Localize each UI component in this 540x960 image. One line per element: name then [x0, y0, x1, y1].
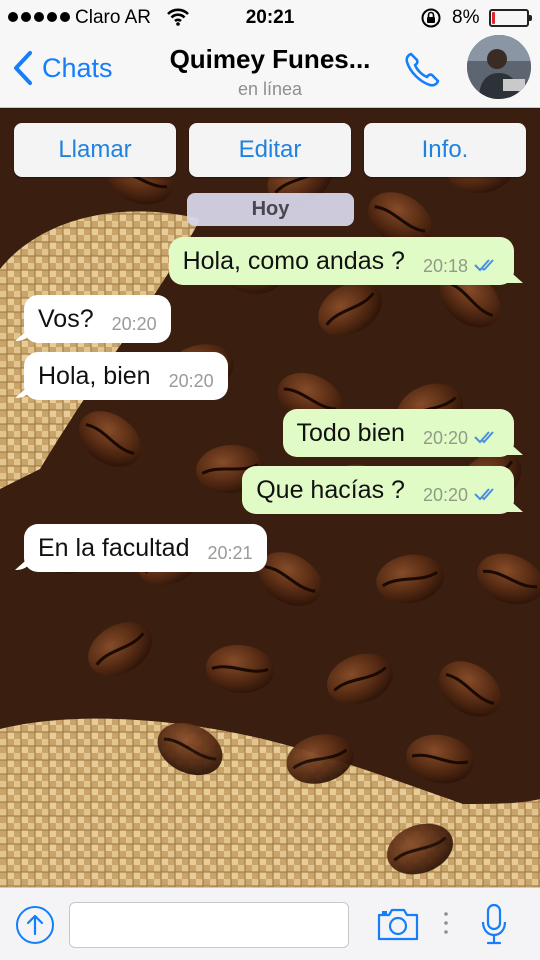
edit-action-button[interactable]: Editar [189, 123, 351, 177]
message-time: 20:20 [111, 313, 157, 334]
double-check-icon [474, 431, 494, 444]
message-time: 20:20 [422, 484, 468, 505]
avatar[interactable] [467, 35, 531, 99]
contact-name[interactable]: Quimey Funes... [140, 44, 400, 75]
day-separator: Hoy [187, 193, 354, 226]
contact-status: en línea [237, 79, 303, 99]
battery-level [492, 12, 495, 24]
back-label: Chats [42, 52, 113, 83]
avatar-photo [467, 35, 531, 99]
status-bar: Claro AR 20:21 8% [0, 0, 540, 36]
phone-icon[interactable] [402, 50, 444, 90]
message-time: 20:21 [207, 542, 253, 563]
double-check-icon [474, 259, 494, 272]
back-button[interactable]: Chats [12, 50, 113, 86]
call-action-button[interactable]: Llamar [14, 123, 176, 177]
message-bubble[interactable]: Que hacías ? 20:20 [242, 466, 514, 514]
microphone-icon[interactable] [480, 902, 508, 946]
message-text: Hola, como andas ? [182, 246, 405, 275]
message-input[interactable] [69, 902, 349, 948]
message-bubble[interactable]: Todo bien 20:20 [282, 409, 514, 457]
message-time: 20:20 [422, 427, 468, 448]
message-bubble[interactable]: En la facultad 20:21 [24, 524, 267, 572]
rotation-lock-icon [421, 8, 441, 28]
upload-circle-icon[interactable] [15, 905, 55, 945]
message-time: 20:20 [168, 370, 214, 391]
double-check-icon [474, 488, 494, 501]
message-text: Que hacías ? [256, 475, 405, 504]
info-action-button[interactable]: Info. [364, 123, 526, 177]
chevron-left-icon [14, 51, 32, 85]
camera-icon[interactable] [376, 906, 420, 942]
input-bar [0, 887, 540, 960]
battery-icon [489, 9, 532, 27]
nav-bar: Chats Quimey Funes... en línea [0, 36, 540, 108]
message-bubble[interactable]: Hola, bien 20:20 [24, 352, 228, 400]
message-text: Vos? [38, 304, 94, 333]
message-bubble[interactable]: Hola, como andas ? 20:18 [168, 237, 514, 285]
message-text: Hola, bien [38, 361, 151, 390]
more-dots-icon [444, 912, 448, 934]
message-bubble[interactable]: Vos? 20:20 [24, 295, 171, 343]
message-time: 20:18 [422, 255, 468, 276]
battery-percent: 8% [452, 7, 480, 28]
message-text: En la facultad [38, 533, 190, 562]
message-text: Todo bien [296, 418, 405, 447]
